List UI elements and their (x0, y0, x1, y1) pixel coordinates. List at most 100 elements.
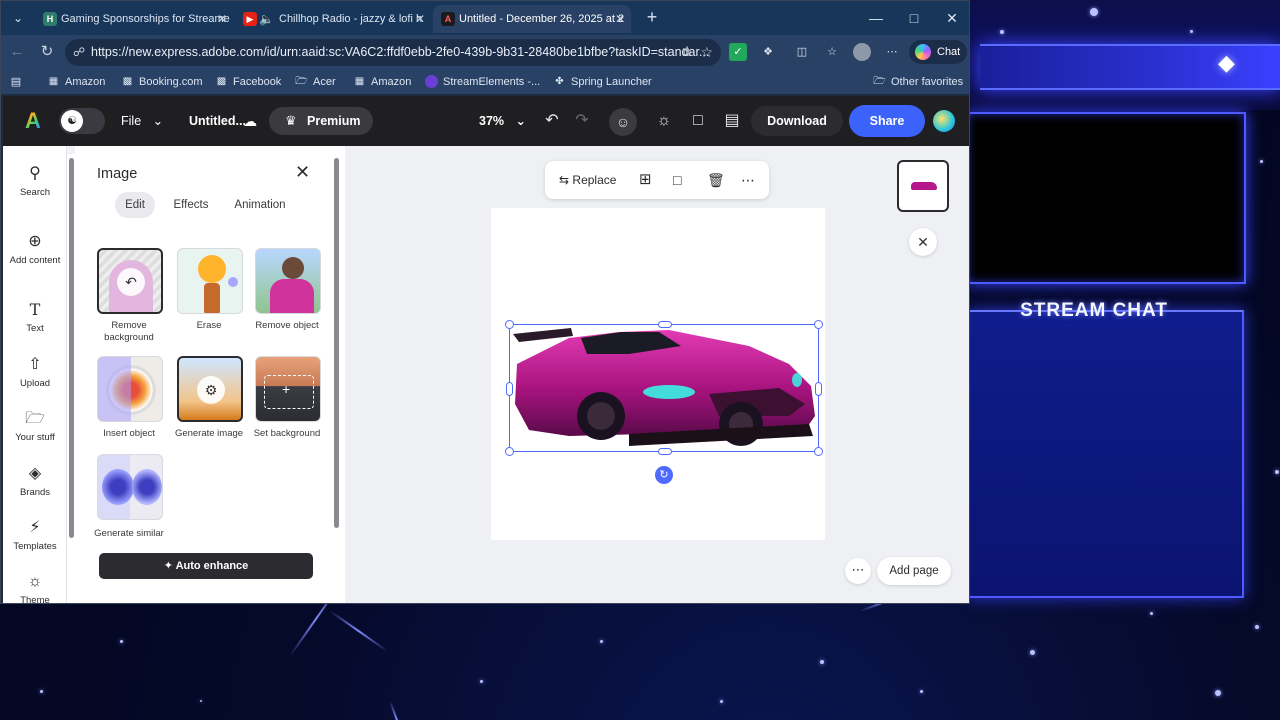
bookmark-item[interactable]: ▩ Facebook (215, 74, 282, 90)
site-info-icon[interactable]: ☍ (73, 39, 85, 66)
lightbulb-icon[interactable]: ☼ (653, 110, 675, 132)
tool-label: Generate similar (94, 528, 164, 539)
tool-generate-image[interactable]: ⚙ (177, 356, 243, 422)
left-rail: ⚲ Search ⊕ Add content T Text ⇧ Upload 🗁 Your… (3, 146, 67, 603)
page-thumbnail[interactable] (897, 160, 949, 212)
bookmark-menu-icon[interactable]: ▤ (7, 73, 25, 91)
bookmark-item[interactable]: StreamElements -... (425, 74, 540, 90)
adobe-express-logo-icon[interactable]: A (25, 110, 47, 132)
delete-icon[interactable]: 🗑 (707, 170, 725, 190)
resize-handle[interactable] (505, 320, 514, 329)
more-options-icon[interactable]: ⋯ (741, 170, 755, 190)
share-button[interactable]: Share (849, 105, 925, 137)
user-avatar[interactable] (933, 110, 955, 132)
tool-insert-object[interactable] (97, 356, 163, 422)
rail-item-brands[interactable]: ◈ Brands (3, 464, 67, 498)
rail-item-upload[interactable]: ⇧ Upload (3, 355, 67, 389)
resize-handle[interactable] (814, 320, 823, 329)
browser-tab-active[interactable]: A Untitled - December 26, 2025 at 2 ✕ (433, 5, 631, 33)
zoom-menu[interactable]: 37% ⌄ (479, 112, 526, 130)
rail-item-search[interactable]: ⚲ Search (3, 164, 67, 198)
split-screen-icon[interactable]: ◫ (793, 43, 811, 61)
profile-avatar-icon[interactable] (853, 43, 871, 61)
close-tab-icon[interactable]: ✕ (415, 5, 425, 33)
selection-box[interactable] (505, 320, 823, 456)
star (1150, 612, 1153, 615)
rail-item-theme[interactable]: ☼ Theme (3, 572, 67, 603)
tab-effects[interactable]: Effects (167, 192, 215, 218)
bookmark-item[interactable]: ▦ Amazon (47, 74, 106, 90)
redo-icon[interactable]: ↷ (571, 110, 593, 132)
minimize-icon[interactable]: — (857, 7, 895, 29)
resize-handle[interactable] (658, 448, 672, 455)
file-menu[interactable]: File ⌄ (121, 112, 163, 130)
refresh-icon[interactable]: ↻ (37, 42, 57, 62)
tool-set-background[interactable]: + (255, 356, 321, 422)
tab-animation[interactable]: Animation (227, 192, 293, 218)
rotate-icon[interactable]: ↻ (655, 466, 673, 484)
rail-item-templates[interactable]: ⚡ Templates (3, 518, 67, 552)
browser-tab[interactable]: H Gaming Sponsorships for Streame ✕ (35, 5, 233, 33)
rail-item-text[interactable]: T Text (3, 300, 67, 334)
cloud-sync-icon[interactable]: ☁ (243, 112, 257, 130)
speaker-icon[interactable]: 🔈 (259, 5, 274, 33)
rail-item-your-stuff[interactable]: 🗁 Your stuff (3, 409, 67, 443)
rail-label: Search (19, 187, 51, 198)
crop-icon[interactable]: ⊞ (639, 170, 652, 190)
star (480, 680, 483, 683)
tool-erase[interactable] (177, 248, 243, 314)
tab-actions-menu-icon[interactable]: ⌄ (7, 7, 29, 29)
copilot-chat-button[interactable]: Chat (909, 40, 967, 64)
tool-remove-background[interactable]: ↶ (97, 248, 163, 314)
bookmark-item[interactable]: ✤ Spring Launcher (553, 74, 651, 90)
resize-handle[interactable] (505, 447, 514, 456)
favorites-icon[interactable]: ☆ (823, 43, 841, 61)
design-page[interactable]: ↻ (491, 208, 825, 540)
home-toggle[interactable]: ☯ (59, 108, 105, 134)
resize-handle[interactable] (814, 447, 823, 456)
bookmark-item[interactable]: 🗁 Acer (295, 74, 335, 90)
replace-button[interactable]: ⇆ Replace (559, 170, 616, 190)
maximize-icon[interactable]: □ (895, 7, 933, 29)
browser-tab[interactable]: ▶ 🔈 Chillhop Radio - jazzy & lofi h ✕ (235, 5, 431, 33)
close-tab-icon[interactable]: ✕ (217, 5, 227, 33)
document-title[interactable]: Untitled... (189, 112, 246, 130)
resize-handle[interactable] (815, 382, 822, 396)
close-icon[interactable]: ✕ (909, 228, 937, 256)
resize-handle[interactable] (658, 321, 672, 328)
bookmark-item[interactable]: ▦ Amazon (353, 74, 412, 90)
premium-button[interactable]: ♛ Premium (269, 107, 373, 135)
back-icon[interactable]: ← (7, 42, 27, 62)
collaborate-icon[interactable]: ☺ (609, 108, 637, 136)
new-tab-icon[interactable]: + (641, 7, 663, 29)
comment-icon[interactable]: □ (687, 110, 709, 132)
bookmark-item[interactable]: 🗁 Other favorites (873, 74, 963, 90)
open-in-app-icon[interactable]: ⧉ (682, 39, 691, 66)
add-page-button[interactable]: Add page (877, 557, 951, 585)
rail-item-add-content[interactable]: ⊕ Add content (3, 232, 67, 266)
panel-scrollbar[interactable] (333, 146, 341, 598)
download-button[interactable]: Download (751, 106, 843, 136)
resize-handle[interactable] (506, 382, 513, 396)
comment-icon[interactable]: □ (673, 170, 681, 190)
auto-enhance-button[interactable]: ✦ Auto enhance (99, 553, 313, 579)
tool-remove-object[interactable] (255, 248, 321, 314)
close-tab-icon[interactable]: ✕ (615, 5, 625, 33)
tool-generate-similar[interactable] (97, 454, 163, 520)
rail-scrollbar[interactable] (67, 154, 75, 603)
close-icon[interactable]: ✕ (295, 162, 310, 183)
tab-edit[interactable]: Edit (115, 192, 155, 218)
scroll-thumb[interactable] (334, 158, 339, 528)
favorite-star-icon[interactable]: ☆ (700, 39, 713, 66)
more-menu-icon[interactable]: ⋯ (883, 43, 901, 61)
extensions-puzzle-icon[interactable]: ❖ (759, 43, 777, 61)
scroll-thumb[interactable] (69, 158, 74, 538)
schedule-icon[interactable]: ▤ (721, 110, 743, 132)
close-window-icon[interactable]: ✕ (933, 7, 969, 29)
replace-label: Replace (572, 173, 617, 187)
address-bar[interactable]: ☍ https://new.express.adobe.com/id/urn:a… (65, 39, 721, 66)
extension-check-icon[interactable]: ✓ (729, 43, 747, 61)
undo-icon[interactable]: ↶ (541, 110, 563, 132)
bookmark-item[interactable]: ▩ Booking.com (121, 74, 203, 90)
more-options-icon[interactable]: ⋯ (845, 558, 871, 584)
